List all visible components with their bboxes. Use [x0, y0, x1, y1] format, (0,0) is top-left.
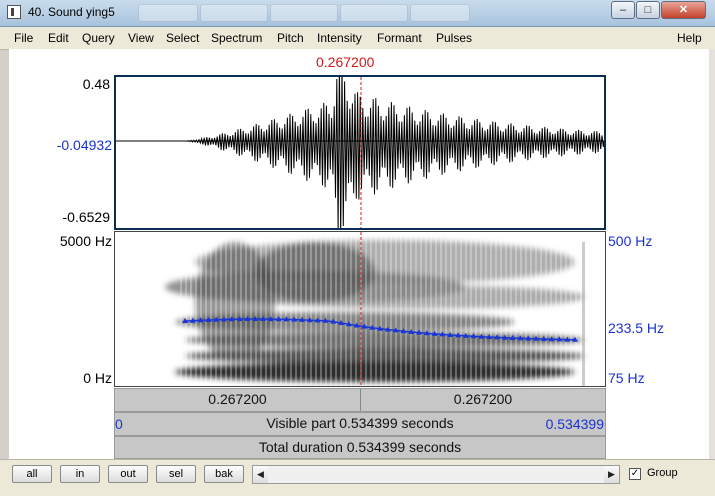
spectrogram-striations — [180, 232, 590, 386]
waveform-cursor-value-label: -0.04932 — [56, 137, 112, 153]
zoom-all-button[interactable]: all — [12, 465, 52, 483]
menu-help[interactable]: Help — [677, 31, 702, 45]
cursor-time-bar[interactable]: 0.267200 0.267200 — [114, 388, 606, 412]
background-taskbar-tab — [138, 4, 198, 22]
background-taskbar-tab — [340, 4, 408, 22]
menu-pulses[interactable]: Pulses — [436, 31, 472, 45]
pitch-cursor-label: 233.5 Hz — [608, 320, 665, 336]
menu-intensity[interactable]: Intensity — [317, 31, 362, 45]
total-duration-bar[interactable]: Total duration 0.534399 seconds — [114, 436, 606, 459]
visible-start-label: 0 — [115, 416, 123, 432]
zoom-in-button[interactable]: in — [60, 465, 100, 483]
waveform-min-label: -0.6529 — [62, 209, 110, 225]
spectrogram-top-label: 5000 Hz — [59, 233, 112, 249]
cursor-time-label: 0.267200 — [316, 54, 375, 70]
waveform-panel[interactable] — [114, 75, 606, 230]
pitch-bottom-label: 75 Hz — [608, 370, 645, 386]
total-duration-text: Total duration 0.534399 seconds — [258, 439, 462, 455]
menu-select[interactable]: Select — [166, 31, 199, 45]
background-taskbar-tab — [270, 4, 338, 22]
window-title: 40. Sound ying5 — [28, 5, 115, 19]
waveform-plot — [116, 77, 604, 228]
zoom-selection-button[interactable]: sel — [156, 465, 196, 483]
time-scrollbar[interactable]: ◀ ▶ — [252, 465, 620, 484]
background-taskbar-tab — [410, 4, 470, 22]
menu-view[interactable]: View — [128, 31, 154, 45]
scroll-right-arrow-icon[interactable]: ▶ — [604, 466, 619, 483]
visible-end-label: 0.534399 — [545, 416, 604, 432]
spectrogram-edge-band — [582, 242, 585, 386]
pitch-top-label: 500 Hz — [608, 233, 653, 249]
scroll-left-arrow-icon[interactable]: ◀ — [253, 466, 268, 483]
group-checkbox[interactable]: ✓ — [629, 468, 641, 480]
menu-pitch[interactable]: Pitch — [277, 31, 304, 45]
menu-query[interactable]: Query — [82, 31, 115, 45]
window-edge — [709, 49, 715, 459]
menu-edit[interactable]: Edit — [48, 31, 69, 45]
minimize-button[interactable]: – — [611, 1, 635, 19]
group-label: Group — [647, 467, 678, 479]
menu-file[interactable]: File — [14, 31, 33, 45]
spectrogram-plot — [165, 232, 590, 386]
bottom-toolbar: all in out sel bak ◀ ▶ ✓ Group — [0, 459, 715, 496]
title-bar: 40. Sound ying5 – □ ✕ — [0, 0, 715, 27]
zoom-out-button[interactable]: out — [108, 465, 148, 483]
waveform-max-label: 0.48 — [82, 76, 110, 92]
spectrogram-bottom-label: 0 Hz — [83, 370, 112, 386]
close-button[interactable]: ✕ — [661, 1, 706, 19]
time-bar-right-value: 0.267200 — [453, 391, 513, 407]
menu-bar: File Edit Query View Select Spectrum Pit… — [0, 27, 715, 50]
background-taskbar-tab — [200, 4, 268, 22]
praat-window-icon[interactable] — [7, 5, 21, 19]
waveform-trace — [116, 77, 604, 228]
maximize-button[interactable]: □ — [636, 1, 660, 19]
spectrogram-panel[interactable] — [114, 231, 606, 387]
time-bar-left-value: 0.267200 — [208, 391, 267, 407]
menu-formant[interactable]: Formant — [377, 31, 422, 45]
zoom-back-button[interactable]: bak — [204, 465, 244, 483]
menu-spectrum[interactable]: Spectrum — [211, 31, 262, 45]
